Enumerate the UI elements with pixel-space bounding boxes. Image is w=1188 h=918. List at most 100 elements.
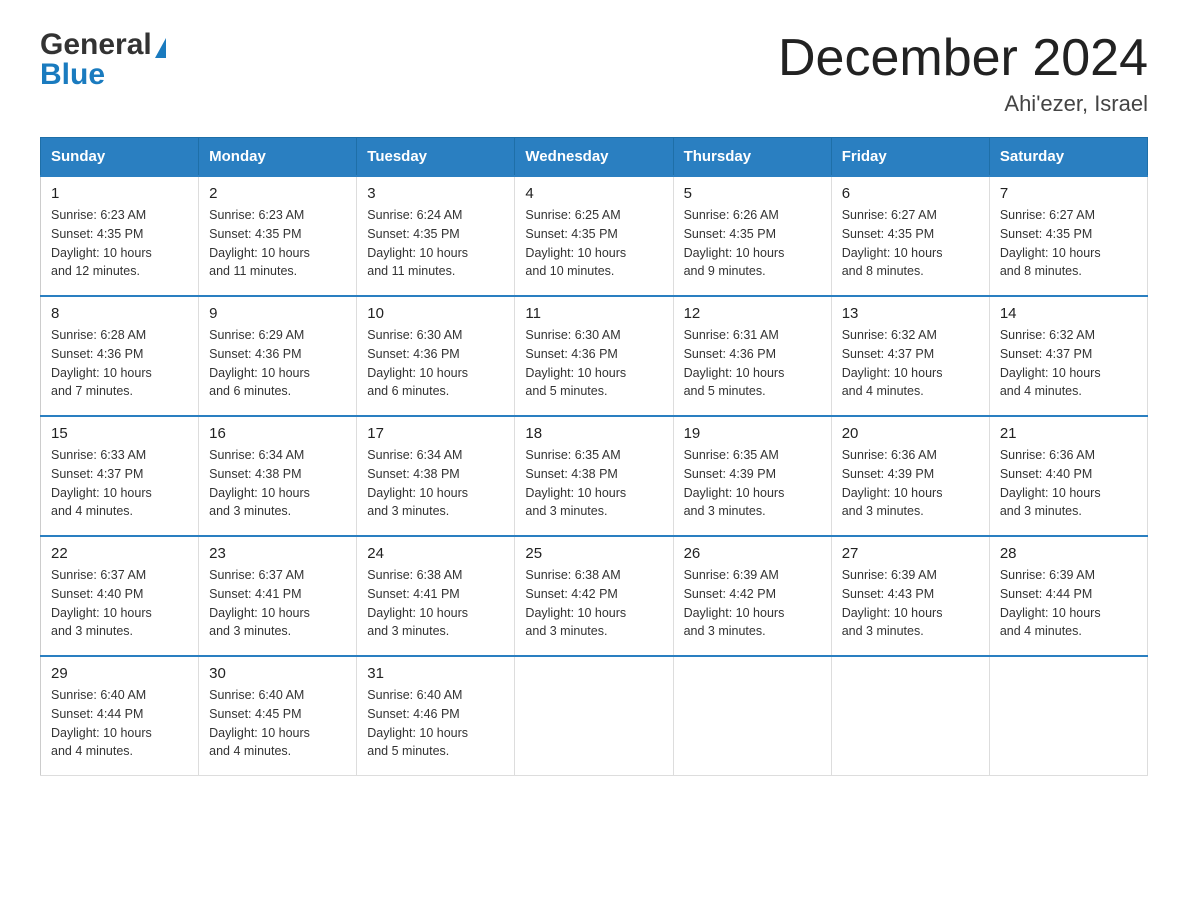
day-cell: 1 Sunrise: 6:23 AMSunset: 4:35 PMDaylight… bbox=[41, 176, 199, 296]
day-cell: 10Sunrise: 6:30 AMSunset: 4:36 PMDayligh… bbox=[357, 296, 515, 416]
day-cell: 9 Sunrise: 6:29 AMSunset: 4:36 PMDaylight… bbox=[199, 296, 357, 416]
day-info: Sunrise: 6:25 AMSunset: 4:35 PMDaylight:… bbox=[525, 206, 662, 281]
day-number: 21 bbox=[1000, 425, 1137, 442]
calendar-table: SundayMondayTuesdayWednesdayThursdayFrid… bbox=[40, 137, 1148, 776]
day-number: 6 bbox=[842, 185, 979, 202]
day-info: Sunrise: 6:38 AMSunset: 4:42 PMDaylight:… bbox=[525, 566, 662, 641]
weekday-header-wednesday: Wednesday bbox=[515, 138, 673, 177]
day-cell: 2Sunrise: 6:23 AMSunset: 4:35 PMDaylight… bbox=[199, 176, 357, 296]
day-info: Sunrise: 6:34 AMSunset: 4:38 PMDaylight:… bbox=[367, 446, 504, 521]
weekday-header-thursday: Thursday bbox=[673, 138, 831, 177]
day-cell: 24 Sunrise: 6:38 AMSunset: 4:41 PMDayligh… bbox=[357, 536, 515, 656]
day-cell: 31Sunrise: 6:40 AMSunset: 4:46 PMDayligh… bbox=[357, 656, 515, 776]
day-cell: 4 Sunrise: 6:25 AMSunset: 4:35 PMDaylight… bbox=[515, 176, 673, 296]
day-number: 1 bbox=[51, 185, 188, 202]
day-number: 23 bbox=[209, 545, 346, 562]
day-info: Sunrise: 6:23 AMSunset: 4:35 PMDaylight:… bbox=[209, 206, 346, 281]
month-title: December 2024 bbox=[778, 30, 1148, 87]
day-cell: 29 Sunrise: 6:40 AMSunset: 4:44 PMDayligh… bbox=[41, 656, 199, 776]
day-info: Sunrise: 6:39 AMSunset: 4:43 PMDaylight:… bbox=[842, 566, 979, 641]
day-cell: 14 Sunrise: 6:32 AMSunset: 4:37 PMDayligh… bbox=[989, 296, 1147, 416]
day-cell: 27 Sunrise: 6:39 AMSunset: 4:43 PMDayligh… bbox=[831, 536, 989, 656]
day-info: Sunrise: 6:28 AMSunset: 4:36 PMDaylight:… bbox=[51, 326, 188, 401]
day-info: Sunrise: 6:24 AMSunset: 4:35 PMDaylight:… bbox=[367, 206, 504, 281]
logo: General Blue bbox=[40, 30, 166, 90]
day-number: 25 bbox=[525, 545, 662, 562]
day-number: 26 bbox=[684, 545, 821, 562]
day-cell: 3 Sunrise: 6:24 AMSunset: 4:35 PMDaylight… bbox=[357, 176, 515, 296]
week-row-2: 8 Sunrise: 6:28 AMSunset: 4:36 PMDaylight… bbox=[41, 296, 1148, 416]
day-info: Sunrise: 6:40 AMSunset: 4:46 PMDaylight:… bbox=[367, 686, 504, 761]
day-cell: 20 Sunrise: 6:36 AMSunset: 4:39 PMDayligh… bbox=[831, 416, 989, 536]
week-row-1: 1 Sunrise: 6:23 AMSunset: 4:35 PMDaylight… bbox=[41, 176, 1148, 296]
day-info: Sunrise: 6:27 AMSunset: 4:35 PMDaylight:… bbox=[1000, 206, 1137, 281]
day-cell: 23 Sunrise: 6:37 AMSunset: 4:41 PMDayligh… bbox=[199, 536, 357, 656]
day-cell: 28Sunrise: 6:39 AMSunset: 4:44 PMDayligh… bbox=[989, 536, 1147, 656]
day-number: 22 bbox=[51, 545, 188, 562]
day-number: 16 bbox=[209, 425, 346, 442]
day-info: Sunrise: 6:35 AMSunset: 4:39 PMDaylight:… bbox=[684, 446, 821, 521]
day-cell: 21 Sunrise: 6:36 AMSunset: 4:40 PMDayligh… bbox=[989, 416, 1147, 536]
day-cell: 17 Sunrise: 6:34 AMSunset: 4:38 PMDayligh… bbox=[357, 416, 515, 536]
day-cell: 22Sunrise: 6:37 AMSunset: 4:40 PMDayligh… bbox=[41, 536, 199, 656]
day-info: Sunrise: 6:37 AMSunset: 4:41 PMDaylight:… bbox=[209, 566, 346, 641]
day-number: 20 bbox=[842, 425, 979, 442]
day-cell bbox=[831, 656, 989, 776]
day-info: Sunrise: 6:39 AMSunset: 4:42 PMDaylight:… bbox=[684, 566, 821, 641]
day-number: 9 bbox=[209, 305, 346, 322]
day-info: Sunrise: 6:36 AMSunset: 4:40 PMDaylight:… bbox=[1000, 446, 1137, 521]
day-number: 11 bbox=[525, 305, 662, 322]
weekday-header-monday: Monday bbox=[199, 138, 357, 177]
day-number: 10 bbox=[367, 305, 504, 322]
day-info: Sunrise: 6:29 AMSunset: 4:36 PMDaylight:… bbox=[209, 326, 346, 401]
day-cell: 13 Sunrise: 6:32 AMSunset: 4:37 PMDayligh… bbox=[831, 296, 989, 416]
day-number: 7 bbox=[1000, 185, 1137, 202]
day-info: Sunrise: 6:36 AMSunset: 4:39 PMDaylight:… bbox=[842, 446, 979, 521]
logo-triangle-icon bbox=[155, 38, 166, 58]
week-row-5: 29 Sunrise: 6:40 AMSunset: 4:44 PMDayligh… bbox=[41, 656, 1148, 776]
day-number: 5 bbox=[684, 185, 821, 202]
weekday-header-sunday: Sunday bbox=[41, 138, 199, 177]
weekday-header-friday: Friday bbox=[831, 138, 989, 177]
day-number: 19 bbox=[684, 425, 821, 442]
day-number: 17 bbox=[367, 425, 504, 442]
day-info: Sunrise: 6:27 AMSunset: 4:35 PMDaylight:… bbox=[842, 206, 979, 281]
weekday-header-saturday: Saturday bbox=[989, 138, 1147, 177]
day-cell: 15Sunrise: 6:33 AMSunset: 4:37 PMDayligh… bbox=[41, 416, 199, 536]
day-number: 29 bbox=[51, 665, 188, 682]
logo-general-text: General bbox=[40, 28, 152, 61]
day-info: Sunrise: 6:23 AMSunset: 4:35 PMDaylight:… bbox=[51, 206, 188, 281]
day-number: 8 bbox=[51, 305, 188, 322]
day-number: 3 bbox=[367, 185, 504, 202]
weekday-header-tuesday: Tuesday bbox=[357, 138, 515, 177]
day-number: 27 bbox=[842, 545, 979, 562]
day-number: 15 bbox=[51, 425, 188, 442]
day-cell bbox=[989, 656, 1147, 776]
week-row-4: 22Sunrise: 6:37 AMSunset: 4:40 PMDayligh… bbox=[41, 536, 1148, 656]
day-number: 14 bbox=[1000, 305, 1137, 322]
day-info: Sunrise: 6:32 AMSunset: 4:37 PMDaylight:… bbox=[842, 326, 979, 401]
day-cell bbox=[673, 656, 831, 776]
day-info: Sunrise: 6:40 AMSunset: 4:44 PMDaylight:… bbox=[51, 686, 188, 761]
day-info: Sunrise: 6:32 AMSunset: 4:37 PMDaylight:… bbox=[1000, 326, 1137, 401]
day-number: 12 bbox=[684, 305, 821, 322]
day-info: Sunrise: 6:30 AMSunset: 4:36 PMDaylight:… bbox=[525, 326, 662, 401]
day-cell: 5Sunrise: 6:26 AMSunset: 4:35 PMDaylight… bbox=[673, 176, 831, 296]
day-info: Sunrise: 6:40 AMSunset: 4:45 PMDaylight:… bbox=[209, 686, 346, 761]
day-number: 4 bbox=[525, 185, 662, 202]
day-cell: 25 Sunrise: 6:38 AMSunset: 4:42 PMDayligh… bbox=[515, 536, 673, 656]
title-area: December 2024 Ahi'ezer, Israel bbox=[778, 30, 1148, 117]
day-cell bbox=[515, 656, 673, 776]
day-number: 24 bbox=[367, 545, 504, 562]
day-info: Sunrise: 6:31 AMSunset: 4:36 PMDaylight:… bbox=[684, 326, 821, 401]
week-row-3: 15Sunrise: 6:33 AMSunset: 4:37 PMDayligh… bbox=[41, 416, 1148, 536]
day-cell: 7 Sunrise: 6:27 AMSunset: 4:35 PMDaylight… bbox=[989, 176, 1147, 296]
day-number: 13 bbox=[842, 305, 979, 322]
day-cell: 18Sunrise: 6:35 AMSunset: 4:38 PMDayligh… bbox=[515, 416, 673, 536]
day-info: Sunrise: 6:38 AMSunset: 4:41 PMDaylight:… bbox=[367, 566, 504, 641]
day-cell: 8 Sunrise: 6:28 AMSunset: 4:36 PMDaylight… bbox=[41, 296, 199, 416]
day-cell: 30Sunrise: 6:40 AMSunset: 4:45 PMDayligh… bbox=[199, 656, 357, 776]
location: Ahi'ezer, Israel bbox=[778, 91, 1148, 117]
day-cell: 11 Sunrise: 6:30 AMSunset: 4:36 PMDayligh… bbox=[515, 296, 673, 416]
day-cell: 26 Sunrise: 6:39 AMSunset: 4:42 PMDayligh… bbox=[673, 536, 831, 656]
